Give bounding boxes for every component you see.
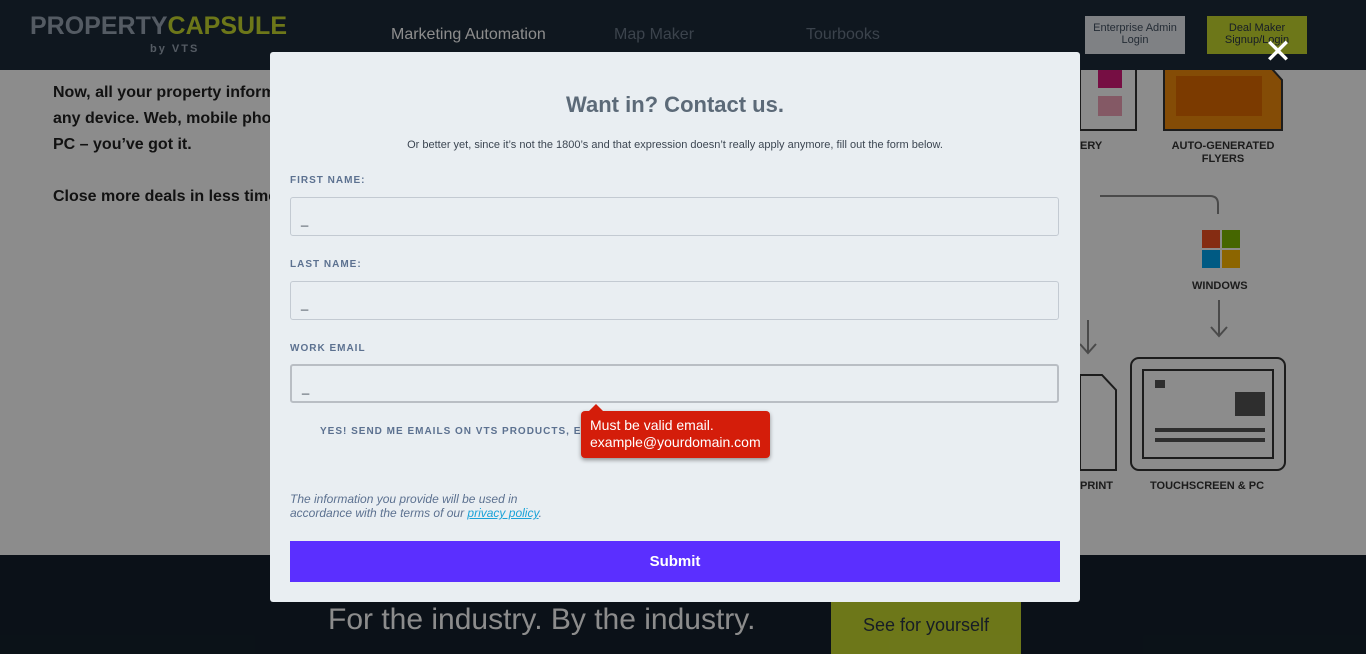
submit-button[interactable]: Submit: [290, 541, 1060, 582]
last-name-label: LAST NAME:: [290, 259, 362, 270]
privacy-notice: The information you provide will be used…: [290, 492, 542, 520]
email-optin-checkbox-label[interactable]: YES! SEND ME EMAILS ON VTS PRODUCTS, EX: [320, 426, 582, 437]
work-email-label: WORK EMAIL: [290, 343, 366, 354]
error-example-line: example@yourdomain.com: [590, 434, 761, 450]
first-name-input[interactable]: _: [290, 197, 1059, 236]
work-email-input[interactable]: _: [290, 364, 1059, 403]
tooltip-arrow: [589, 404, 603, 411]
last-name-input[interactable]: _: [290, 281, 1059, 320]
modal-title: Want in? Contact us.: [566, 92, 784, 117]
close-icon[interactable]: ✕: [1262, 35, 1294, 69]
first-name-label: FIRST NAME:: [290, 175, 366, 186]
error-message-line: Must be valid email.: [590, 417, 714, 433]
privacy-policy-link[interactable]: privacy policy: [467, 506, 538, 520]
email-validation-error-tooltip: Must be valid email. example@yourdomain.…: [581, 404, 770, 458]
modal-subtitle: Or better yet, since it’s not the 1800’s…: [407, 139, 943, 151]
contact-modal: Want in? Contact us. Or better yet, sinc…: [270, 52, 1080, 602]
